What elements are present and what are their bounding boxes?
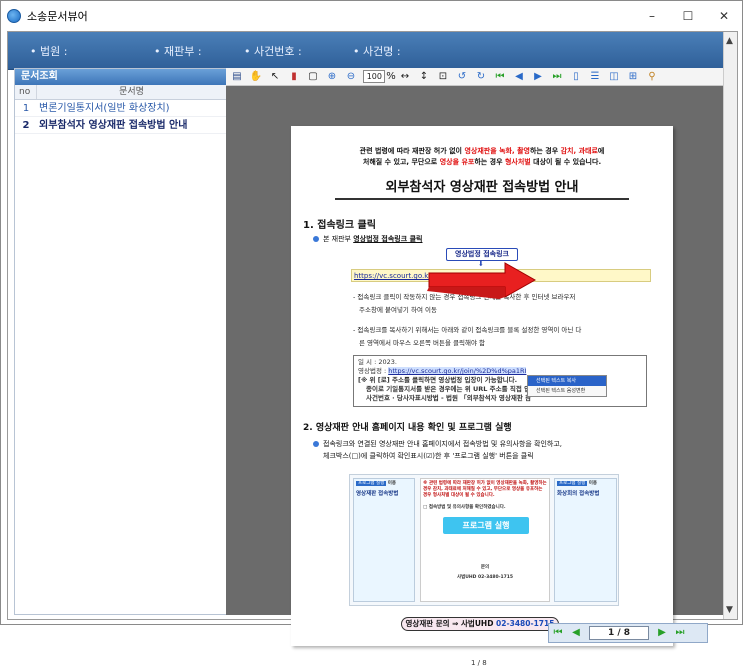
menu-tts: 선택된 텍스트 음성변환 (536, 388, 586, 394)
next-page-icon[interactable]: ▶ (531, 70, 545, 84)
zoom-out-icon[interactable]: ⊖ (344, 70, 358, 84)
document-list-panel: 문서조회 no 문서명 1 변론기일통지서(일반 화상장치) 2 외부참석자 영… (14, 68, 227, 615)
case-number-label: • 사건번호 : (244, 45, 302, 58)
hand-icon[interactable]: ✋ (249, 70, 263, 84)
screenshot-center-panel: ※ 관련 법령에 따라 재판장 허가 없이 영상재판을 녹화, 촬영하는 경우 … (420, 478, 550, 602)
context-menu-sample: 선택된 텍스트 복사 선택된 텍스트 음성변환 (527, 375, 607, 397)
warning-notice: 관련 법령에 따라 재판장 허가 없이 영상재판을 녹화, 촬영하는 경우 감치… (359, 147, 605, 166)
title-bar: 소송문서뷰어 – ☐ ✕ (1, 1, 742, 31)
contact-info: 영상재판 문의 ⇒ 사법UHD 02-3480-1715 (401, 617, 559, 631)
fit-width-icon[interactable]: ↔ (398, 70, 412, 84)
save-icon[interactable]: ▤ (230, 70, 244, 84)
bullet-1: 본 재판부 영상법정 접속링크 클릭 (313, 234, 423, 244)
judge-label: • 재판부 : (154, 45, 202, 58)
section-2-heading: 2. 영상재판 안내 홈페이지 내용 확인 및 프로그램 실행 (303, 423, 512, 433)
fit-height-icon[interactable]: ↕ (417, 70, 431, 84)
document-row-selected[interactable]: 2 외부참석자 영상재판 접속방법 안내 (15, 117, 226, 134)
document-list-header: no 문서명 (15, 85, 226, 100)
rotate-right-icon[interactable]: ↻ (474, 70, 488, 84)
title-divider (335, 198, 629, 200)
two-page-icon[interactable]: ◫ (607, 70, 621, 84)
page-number-input[interactable]: 1 / 8 (589, 626, 649, 640)
page-navigator: ⏮ ◀ 1 / 8 ▶ ⏭ (548, 623, 708, 643)
homepage-screenshot: 프로그램 실행 이용 영상재판 접속방법 ※ 관련 법령에 따라 재판장 허가 … (349, 474, 619, 606)
menu-copy-text: 선택된 텍스트 복사 (528, 376, 606, 386)
screenshot-right-panel: 프로그램 실행 이용 화상회의 접속방법 (554, 478, 617, 602)
zoom-in-icon[interactable]: ⊕ (325, 70, 339, 84)
case-name-label: • 사건명 : (353, 45, 401, 58)
page-number-text: 1 / 8 (471, 659, 487, 667)
column-no: no (15, 85, 37, 99)
rotate-left-icon[interactable]: ↺ (455, 70, 469, 84)
document-page: 관련 법령에 따라 재판장 허가 없이 영상재판을 녹화, 촬영하는 경우 감치… (291, 126, 673, 667)
app-logo-icon (7, 9, 21, 23)
red-arrow-icon (427, 262, 537, 299)
minimize-button[interactable]: – (634, 1, 670, 31)
nav-prev-icon[interactable]: ◀ (567, 625, 585, 641)
screenshot-left-panel: 프로그램 실행 이용 영상재판 접속방법 (353, 478, 415, 602)
row-name: 외부참석자 영상재판 접속방법 안내 (39, 120, 188, 131)
first-page-icon[interactable]: ⏮ (493, 70, 507, 84)
bullet-dot-icon (313, 236, 319, 242)
maximize-button[interactable]: ☐ (670, 1, 706, 31)
search-icon[interactable]: ⚲ (645, 70, 659, 84)
bullet-2: 접속링크와 연결된 영상재판 안내 홈페이지에서 접속방법 및 유의사항을 확인… (313, 438, 562, 462)
zoom-unit: % (386, 70, 396, 82)
prev-page-icon[interactable]: ◀ (512, 70, 526, 84)
window-title: 소송문서뷰어 (27, 10, 88, 23)
close-button[interactable]: ✕ (706, 1, 742, 31)
select-icon[interactable]: ↖ (268, 70, 282, 84)
program-run-button: 프로그램 실행 (443, 517, 529, 534)
section-1-heading: 1. 접속링크 클릭 (303, 220, 376, 231)
row-name: 변론기일통지서(일반 화상장치) (39, 103, 170, 114)
main-frame: • 법원 : • 재판부 : • 사건번호 : • 사건명 : ▲ ▼ 문서조회… (7, 31, 738, 667)
document-row[interactable]: 1 변론기일통지서(일반 화상장치) (15, 100, 226, 117)
nav-last-icon[interactable]: ⏭ (671, 625, 689, 641)
document-viewer: ▤ ✋ ↖ ▮ ▢ ⊕ ⊖ 100 % ↔ ↕ ⊡ ↺ ↻ ⏮ ◀ ▶ ⏭ ▯ … (226, 68, 723, 667)
single-page-icon[interactable]: ▯ (569, 70, 583, 84)
scroll-down-icon[interactable]: ▼ (726, 605, 733, 615)
bookmark-icon[interactable]: ▮ (287, 70, 301, 84)
document-title: 외부참석자 영상재판 접속방법 안내 (385, 180, 579, 195)
scroll-up-icon[interactable]: ▲ (726, 36, 733, 46)
last-page-icon[interactable]: ⏭ (550, 70, 564, 84)
court-label: • 법원 : (30, 45, 68, 58)
case-info-header: • 법원 : • 재판부 : • 사건번호 : • 사건명 : (8, 32, 724, 70)
fit-page-icon[interactable]: ⊡ (436, 70, 450, 84)
column-name: 문서명 (119, 87, 144, 97)
row-no: 2 (22, 120, 30, 131)
bullet-dot-icon (313, 441, 319, 447)
frame-icon[interactable]: ▢ (306, 70, 320, 84)
grid-icon[interactable]: ⊞ (626, 70, 640, 84)
row-no: 1 (22, 103, 30, 114)
nav-next-icon[interactable]: ▶ (653, 625, 671, 641)
document-list-title: 문서조회 (15, 69, 226, 85)
continuous-icon[interactable]: ☰ (588, 70, 602, 84)
app-window: 소송문서뷰어 – ☐ ✕ • 법원 : • 재판부 : • 사건번호 : • 사… (0, 0, 743, 667)
vertical-scrollbar[interactable]: ▲ ▼ (723, 32, 737, 619)
instruction-2: - 접속링크를 복사하기 위해서는 아래와 같이 접속링크를 블록 설정한 영역… (353, 326, 582, 347)
zoom-input[interactable]: 100 (363, 70, 385, 83)
nav-first-icon[interactable]: ⏮ (549, 625, 567, 641)
viewer-toolbar: ▤ ✋ ↖ ▮ ▢ ⊕ ⊖ 100 % ↔ ↕ ⊡ ↺ ↻ ⏮ ◀ ▶ ⏭ ▯ … (226, 68, 723, 86)
